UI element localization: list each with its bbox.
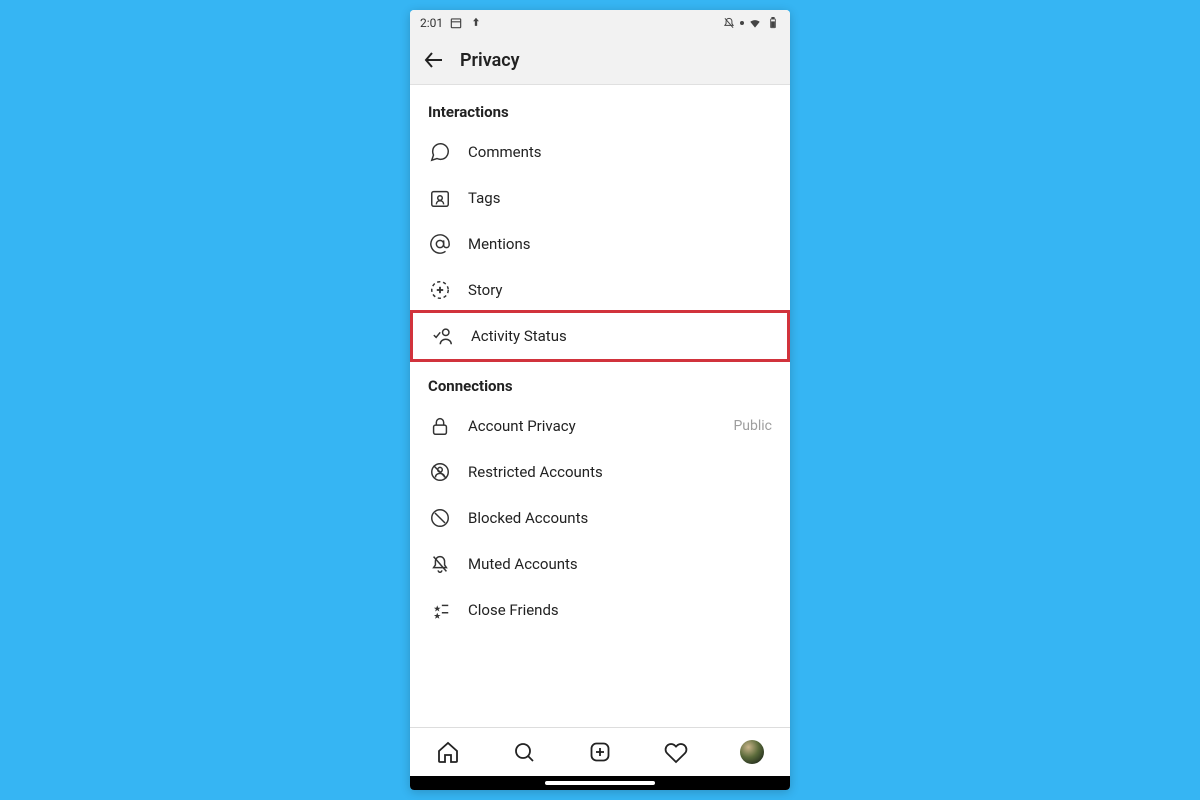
dot-status-icon	[740, 21, 744, 25]
bottom-nav	[410, 727, 790, 776]
battery-status-icon	[766, 16, 780, 30]
row-close-friends[interactable]: Close Friends	[410, 587, 790, 633]
home-icon	[436, 740, 460, 764]
row-muted-accounts[interactable]: Muted Accounts	[410, 541, 790, 587]
nav-home[interactable]	[410, 740, 486, 764]
row-comments[interactable]: Comments	[410, 129, 790, 175]
back-arrow-icon	[422, 48, 446, 72]
page-title: Privacy	[460, 50, 520, 71]
row-blocked-accounts[interactable]: Blocked Accounts	[410, 495, 790, 541]
section-title-interactions: Interactions	[410, 85, 790, 129]
row-label: Blocked Accounts	[468, 509, 772, 527]
row-label: Comments	[468, 143, 772, 161]
row-label: Restricted Accounts	[468, 463, 772, 481]
nav-search[interactable]	[486, 740, 562, 764]
plus-square-icon	[588, 740, 612, 764]
status-bar: 2:01	[410, 10, 790, 36]
row-tags[interactable]: Tags	[410, 175, 790, 221]
row-activity-status[interactable]: Activity Status	[410, 310, 790, 362]
blocked-icon	[429, 507, 451, 529]
gesture-bar	[545, 781, 655, 785]
row-label: Account Privacy	[468, 417, 733, 435]
wifi-status-icon	[748, 16, 762, 30]
nav-create[interactable]	[562, 740, 638, 764]
nav-profile[interactable]	[714, 740, 790, 764]
restricted-icon	[429, 461, 451, 483]
close-friends-icon	[429, 599, 451, 621]
mentions-icon	[429, 233, 451, 255]
nav-activity[interactable]	[638, 740, 714, 764]
lock-icon	[429, 415, 451, 437]
row-label: Mentions	[468, 235, 772, 253]
row-label: Activity Status	[471, 327, 769, 345]
muted-icon	[429, 553, 451, 575]
activity-status-icon	[432, 325, 454, 347]
story-icon	[429, 279, 451, 301]
section-title-connections: Connections	[410, 359, 790, 403]
dnd-status-icon	[722, 16, 736, 30]
phone-frame: 2:01 Privacy Interactions Comments Tags	[410, 10, 790, 790]
row-story[interactable]: Story	[410, 267, 790, 313]
upload-status-icon	[469, 16, 483, 30]
settings-content: Interactions Comments Tags Mentions Stor…	[410, 85, 790, 727]
row-label: Tags	[468, 189, 772, 207]
row-label: Close Friends	[468, 601, 772, 619]
row-mentions[interactable]: Mentions	[410, 221, 790, 267]
calendar-status-icon	[449, 16, 463, 30]
comment-icon	[429, 141, 451, 163]
row-account-privacy[interactable]: Account Privacy Public	[410, 403, 790, 449]
row-restricted-accounts[interactable]: Restricted Accounts	[410, 449, 790, 495]
back-button[interactable]	[422, 48, 446, 72]
row-value: Public	[733, 418, 772, 434]
heart-icon	[664, 740, 688, 764]
profile-avatar-icon	[740, 740, 764, 764]
tags-icon	[429, 187, 451, 209]
status-time: 2:01	[420, 16, 443, 30]
row-label: Story	[468, 281, 772, 299]
app-bar: Privacy	[410, 36, 790, 85]
row-label: Muted Accounts	[468, 555, 772, 573]
search-icon	[512, 740, 536, 764]
gesture-bar-area	[410, 776, 790, 790]
